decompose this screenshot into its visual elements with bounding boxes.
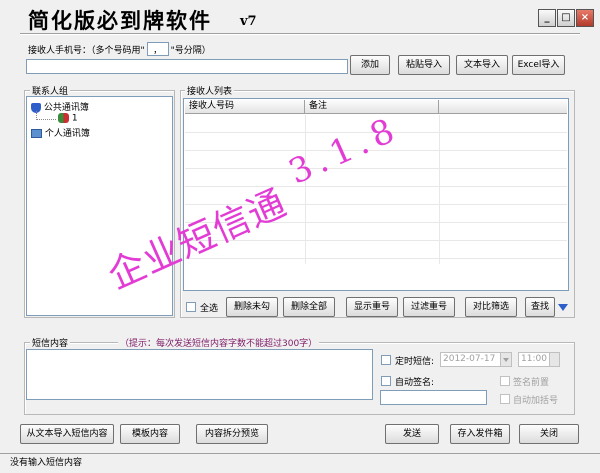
close-button[interactable]: 关闭 xyxy=(519,424,579,444)
recipient-label-after: "号分隔） xyxy=(170,46,211,56)
recipient-label: 接收人手机号：（多个号码用"， "号分隔） xyxy=(28,42,211,56)
select-all-label: 全选 xyxy=(200,304,219,314)
tree-item-personal[interactable]: 个人通讯簿 xyxy=(31,126,90,139)
sms-hint: （提示：每次发送短信内容字数不能超过300字） xyxy=(118,336,320,349)
sms-group-title: 短信内容 xyxy=(30,336,71,349)
column-header-note[interactable]: 备注 xyxy=(305,100,439,114)
grid-vline xyxy=(439,115,440,264)
auto-sign-label: 自动签名: xyxy=(395,378,435,388)
scheduled-checkbox[interactable] xyxy=(381,355,391,365)
computer-book-icon xyxy=(31,129,42,138)
select-all-checkbox[interactable] xyxy=(186,302,196,312)
column-header-number[interactable]: 接收人号码 xyxy=(185,100,305,114)
auto-bracket-label: 自动加括号 xyxy=(513,396,559,406)
add-button[interactable]: 添加 xyxy=(350,55,390,75)
auto-bracket-checkbox[interactable] xyxy=(500,394,510,404)
find-dropdown-arrow-icon[interactable] xyxy=(558,304,568,311)
recipients-group-title: 接收人列表 xyxy=(185,84,235,97)
app-title: 简化版必到牌软件 xyxy=(28,8,212,33)
time-spinner-buttons[interactable] xyxy=(549,353,559,366)
show-duplicates-button[interactable]: 显示重号 xyxy=(346,297,398,317)
filter-duplicates-button[interactable]: 过滤重号 xyxy=(403,297,455,317)
group-icon xyxy=(58,113,69,123)
app-version: v7 xyxy=(240,14,257,29)
save-outbox-button[interactable]: 存入发件箱 xyxy=(450,424,510,444)
status-bar: 没有输入短信内容 xyxy=(0,453,600,473)
minimize-button[interactable]: _ xyxy=(538,9,556,27)
title-separator xyxy=(20,33,580,35)
signature-input[interactable] xyxy=(380,390,487,405)
text-import-button[interactable]: 文本导入 xyxy=(456,55,508,75)
delete-all-button[interactable]: 删除全部 xyxy=(283,297,335,317)
phone-input[interactable] xyxy=(26,59,348,74)
delete-unchecked-button[interactable]: 删除未勾 xyxy=(226,297,278,317)
paste-import-button[interactable]: 粘贴导入 xyxy=(398,55,450,75)
tree-item-group-1[interactable]: 1 xyxy=(58,113,78,124)
template-button[interactable]: 模板内容 xyxy=(120,424,180,444)
close-window-button[interactable]: × xyxy=(576,9,594,27)
tree-item-public[interactable]: 公共通讯簿 xyxy=(31,100,89,113)
find-button[interactable]: 查找 xyxy=(525,297,555,317)
import-text-button[interactable]: 从文本导入短信内容 xyxy=(20,424,114,444)
compare-filter-button[interactable]: 对比筛选 xyxy=(465,297,517,317)
scheduled-label: 定时短信: xyxy=(395,357,435,367)
tree-label-public: 公共通讯簿 xyxy=(43,103,89,113)
auto-sign-checkbox[interactable] xyxy=(381,376,391,386)
tree-connector-h xyxy=(36,119,56,120)
tree-label-personal: 个人通讯簿 xyxy=(44,129,90,139)
recipient-label-before: 接收人手机号：（多个号码用" xyxy=(28,46,145,56)
send-button[interactable]: 发送 xyxy=(385,424,439,444)
split-preview-button[interactable]: 内容拆分预览 xyxy=(196,424,268,444)
sign-prefix-checkbox[interactable] xyxy=(500,376,510,386)
separator-box: ， xyxy=(146,42,169,56)
table-header: 接收人号码 备注 xyxy=(185,100,567,114)
tree-label-group-1: 1 xyxy=(71,113,78,124)
sign-prefix-label: 签名前置 xyxy=(513,378,550,388)
chevron-down-icon xyxy=(503,358,509,362)
sms-content-textarea[interactable] xyxy=(26,349,373,400)
excel-import-button[interactable]: Excel导入 xyxy=(512,55,565,75)
maximize-button[interactable]: □ xyxy=(557,9,575,27)
